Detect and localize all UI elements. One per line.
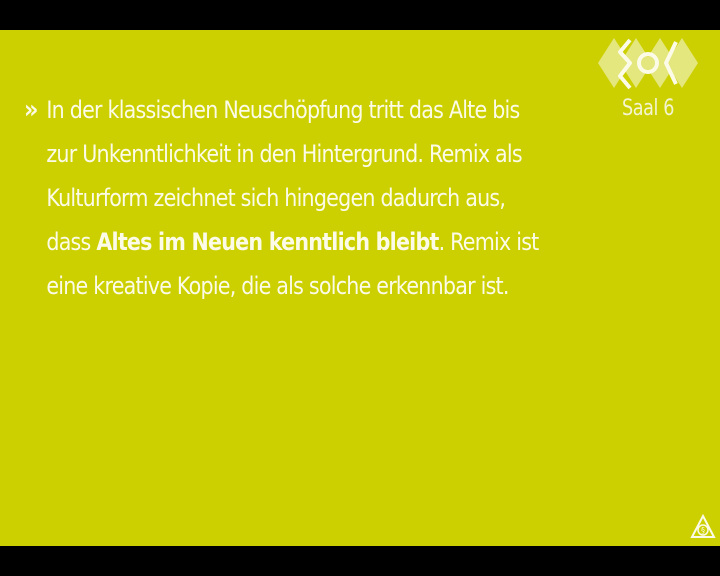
quote-line-5: eine kreative Kopie, die als solche erke… [46, 272, 509, 300]
quote-text: In der klassischen Neuschöpfung tritt da… [46, 88, 540, 308]
quote-line-2: zur Unkenntlichkeit in den Hintergrund. … [46, 140, 522, 168]
quote-line-1: In der klassischen Neuschöpfung tritt da… [46, 96, 520, 124]
presentation-slide: » In der klassischen Neuschöpfung tritt … [0, 30, 720, 546]
quote-line-4-end: . Remix ist [438, 228, 540, 256]
room-label: Saal 6 [621, 96, 674, 121]
quote-mark: » [24, 95, 38, 125]
copyright-triangle-icon: § [690, 514, 716, 538]
video-frame: » In der klassischen Neuschöpfung tritt … [0, 0, 720, 576]
quote-line-4: dass Altes im Neuen kenntlich bleibt. Re… [46, 220, 540, 264]
quote-line-4-start: dass [46, 228, 97, 256]
quote-emphasis: Altes im Neuen kenntlich bleibt [96, 228, 439, 256]
quote-line-3: Kulturform zeichnet sich hingegen dadurc… [46, 184, 506, 212]
slide-quote: » In der klassischen Neuschöpfung tritt … [24, 88, 539, 308]
event-logo-icon [598, 38, 698, 90]
svg-text:§: § [701, 526, 705, 535]
